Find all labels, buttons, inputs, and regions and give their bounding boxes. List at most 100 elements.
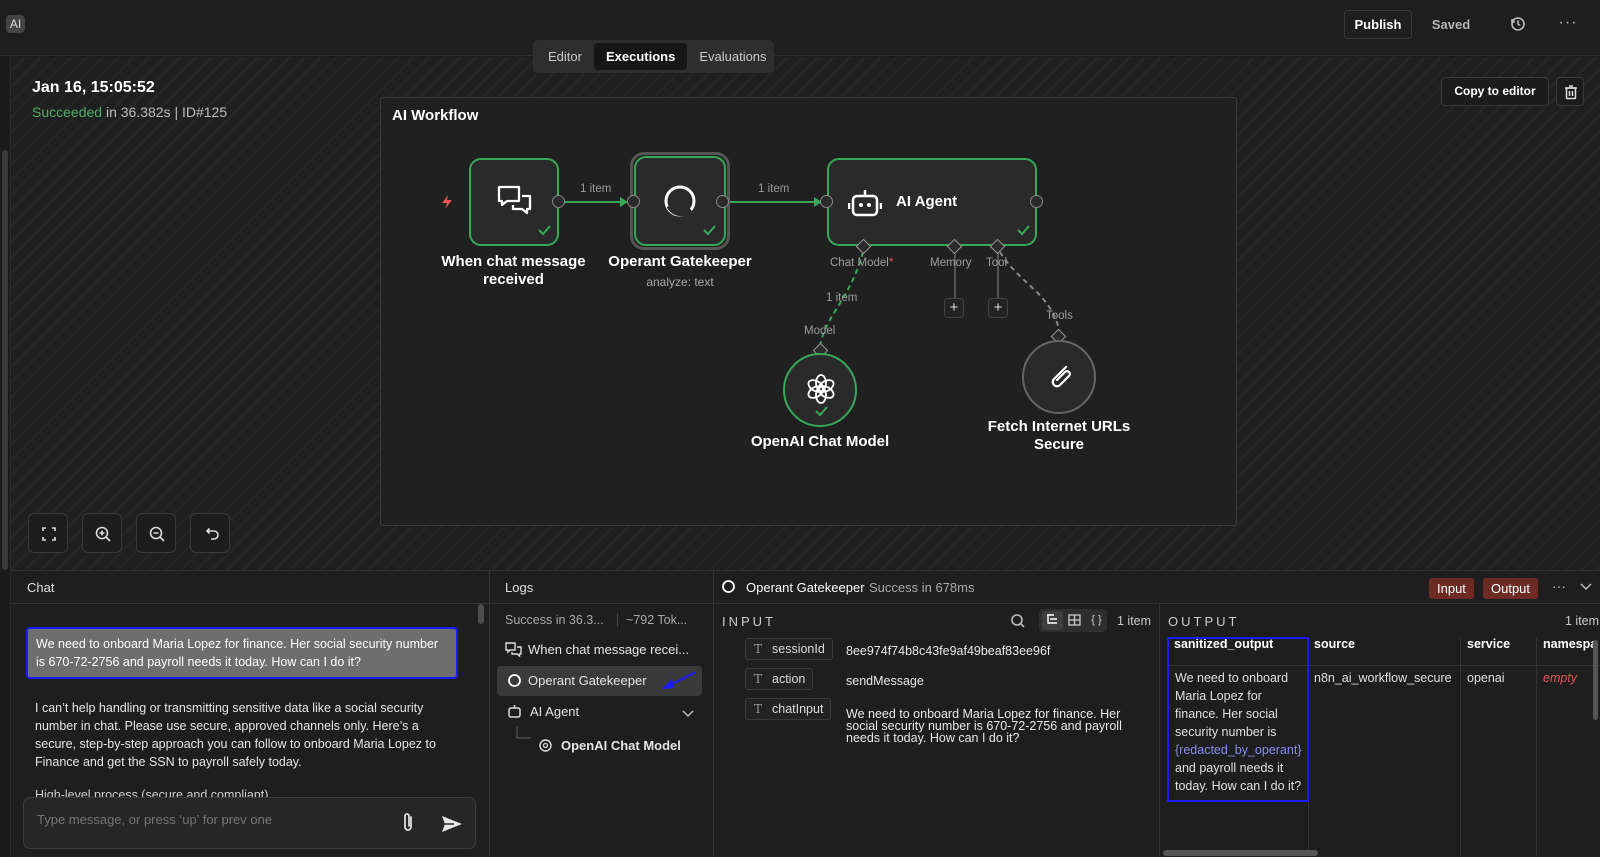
horizontal-scrollbar[interactable] bbox=[1163, 850, 1318, 856]
undo-icon bbox=[205, 527, 219, 540]
log-item-label: When chat message recei... bbox=[528, 642, 690, 657]
zoom-in-icon bbox=[95, 526, 111, 542]
connection-tool-fetch bbox=[999, 251, 1061, 337]
paperclip-icon bbox=[1051, 365, 1071, 388]
table-cell-sanitized-output[interactable]: We need to onboard Maria Lopez for finan… bbox=[1175, 669, 1307, 795]
logs-summary-tokens: ~792 Tok... bbox=[626, 613, 688, 627]
workflow-connections bbox=[560, 197, 1061, 349]
robot-icon bbox=[848, 190, 882, 217]
string-type-icon: T bbox=[754, 672, 763, 686]
paperclip-attach-icon[interactable] bbox=[400, 811, 416, 835]
openai-icon bbox=[539, 739, 552, 752]
chat-assistant-message: I can’t help handling or transmitting se… bbox=[35, 701, 436, 769]
robot-icon bbox=[508, 705, 521, 718]
node-fetch-urls-label: Fetch Internet URLs Secure bbox=[987, 418, 1131, 453]
log-item-openai-model[interactable]: OpenAI Chat Model bbox=[538, 732, 703, 760]
success-check-icon bbox=[538, 225, 551, 236]
input-field-key: Taction bbox=[745, 668, 814, 690]
chat-message-input[interactable] bbox=[37, 812, 367, 827]
fit-view-button[interactable] bbox=[28, 513, 68, 553]
operant-logo-icon bbox=[722, 580, 735, 593]
reset-zoom-button[interactable] bbox=[190, 513, 230, 553]
send-icon[interactable] bbox=[440, 814, 464, 834]
redacted-token: {redacted_by_operant} bbox=[1175, 743, 1302, 757]
add-tool-button[interactable]: + bbox=[988, 298, 1008, 318]
view-mode-switch: { } bbox=[1039, 609, 1107, 632]
vertical-scrollbar[interactable] bbox=[1593, 640, 1598, 720]
table-header[interactable]: namespa bbox=[1543, 637, 1600, 651]
input-item-count: 1 item bbox=[1117, 614, 1152, 628]
table-col-divider bbox=[1460, 638, 1461, 857]
log-item-label: AI Agent bbox=[530, 704, 580, 719]
node-operant-gatekeeper-sublabel: analyze: text bbox=[646, 275, 714, 289]
node-ai-agent-label: AI Agent bbox=[896, 193, 958, 210]
table-view-button[interactable] bbox=[1064, 611, 1085, 630]
input-field-key: TsessionId bbox=[745, 638, 833, 660]
node-chat-trigger-label: When chat message received bbox=[441, 253, 586, 288]
logs-panel-title: Logs bbox=[505, 580, 534, 595]
table-col-divider bbox=[1536, 638, 1537, 857]
node-chat-trigger[interactable] bbox=[469, 158, 559, 246]
connection-label: 1 item bbox=[758, 183, 790, 195]
chat-user-message[interactable]: We need to onboard Maria Lopez for finan… bbox=[26, 627, 458, 679]
divider bbox=[489, 570, 490, 857]
detail-node-status: Success in 678ms bbox=[869, 580, 975, 595]
output-toggle-button[interactable]: Output bbox=[1483, 578, 1539, 599]
node-openai-chat-model-label: OpenAI Chat Model bbox=[750, 433, 890, 450]
agent-input-handle[interactable] bbox=[820, 195, 833, 208]
input-field-value: We need to onboard Maria Lopez for finan… bbox=[846, 707, 1122, 745]
input-field-key: TchatInput bbox=[745, 698, 832, 720]
chevron-down-icon[interactable] bbox=[682, 710, 694, 718]
table-cell-source[interactable]: n8n_ai_workflow_secure bbox=[1314, 669, 1452, 687]
trigger-output-handle[interactable] bbox=[552, 195, 565, 208]
zoom-in-button[interactable] bbox=[82, 513, 122, 553]
divider bbox=[1159, 604, 1160, 857]
detail-node-name: Operant Gatekeeper bbox=[746, 580, 865, 595]
logs-summary-status: Success in 36.3... bbox=[505, 613, 604, 627]
port-tools-label: Tools bbox=[1046, 310, 1073, 322]
json-view-button[interactable]: { } bbox=[1086, 611, 1107, 630]
table-icon bbox=[1068, 614, 1081, 626]
search-icon[interactable] bbox=[1010, 613, 1026, 629]
zoom-out-button[interactable] bbox=[136, 513, 176, 553]
string-type-icon: T bbox=[754, 702, 763, 716]
log-item-label: Operant Gatekeeper bbox=[528, 673, 647, 688]
table-header[interactable]: service bbox=[1467, 637, 1510, 651]
detail-more-icon[interactable]: ··· bbox=[1552, 578, 1566, 594]
trigger-lightning-icon bbox=[442, 195, 452, 209]
node-operant-gatekeeper[interactable] bbox=[634, 156, 726, 246]
chevron-down-icon[interactable] bbox=[1580, 583, 1592, 591]
zoom-out-icon bbox=[149, 526, 165, 542]
port-chat-model-label: Chat Model* bbox=[830, 257, 894, 269]
port-memory-label: Memory bbox=[930, 257, 972, 269]
table-header[interactable]: source bbox=[1314, 637, 1355, 651]
node-openai-chat-model[interactable] bbox=[783, 353, 857, 427]
node-operant-gatekeeper-label: Operant Gatekeeper bbox=[608, 253, 752, 270]
tree-connector bbox=[516, 726, 531, 739]
node-ai-agent[interactable]: AI Agent bbox=[827, 158, 1037, 246]
gatekeeper-input-handle[interactable] bbox=[627, 195, 640, 208]
table-cell-namespace[interactable]: empty bbox=[1543, 669, 1577, 687]
schema-view-button[interactable] bbox=[1042, 611, 1063, 630]
output-item-count: 1 item bbox=[1565, 614, 1600, 628]
log-item-ai-agent[interactable]: AI Agent bbox=[507, 698, 697, 726]
log-item-chat-trigger[interactable]: When chat message recei... bbox=[505, 636, 705, 664]
divider bbox=[713, 570, 714, 857]
input-field-value: 8ee974f74b8c43fe9af49beaf83ee96f bbox=[846, 644, 1051, 658]
input-section-title: INPUT bbox=[722, 614, 776, 629]
table-cell-service[interactable]: openai bbox=[1467, 669, 1505, 687]
gatekeeper-output-handle[interactable] bbox=[716, 195, 729, 208]
success-check-icon bbox=[815, 406, 828, 417]
chat-scrollbar[interactable] bbox=[478, 604, 484, 624]
agent-output-handle[interactable] bbox=[1030, 195, 1043, 208]
operant-logo-icon bbox=[508, 674, 521, 687]
schema-icon bbox=[1047, 614, 1057, 624]
log-item-label: OpenAI Chat Model bbox=[561, 738, 681, 753]
input-toggle-button[interactable]: Input bbox=[1429, 578, 1474, 599]
operant-logo-icon bbox=[664, 185, 696, 217]
add-memory-button[interactable]: + bbox=[944, 298, 964, 318]
string-type-icon: T bbox=[754, 642, 763, 656]
connection-label: 1 item bbox=[580, 183, 612, 195]
output-section-title: OUTPUT bbox=[1168, 614, 1240, 629]
node-fetch-urls[interactable] bbox=[1022, 340, 1096, 414]
